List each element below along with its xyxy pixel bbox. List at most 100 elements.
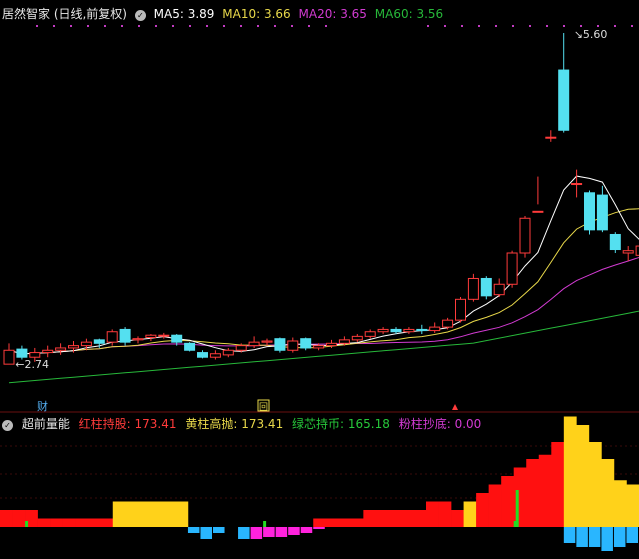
top-dot [495, 25, 497, 27]
top-dot [70, 25, 72, 27]
indicator-bar [388, 510, 402, 527]
top-dot [291, 25, 293, 27]
top-dot [172, 25, 174, 27]
indicator-bar [613, 480, 627, 527]
top-dot [138, 25, 140, 27]
candle-body[interactable] [209, 353, 221, 358]
candle-body[interactable] [480, 277, 492, 297]
candle-body[interactable] [119, 328, 131, 343]
indicator-below-bar [613, 527, 626, 547]
up-arrow-marker [452, 404, 458, 410]
indicator-bar [476, 493, 489, 527]
indicator-bar [626, 484, 639, 527]
candle-body[interactable] [416, 328, 428, 332]
candle-body[interactable] [519, 217, 531, 254]
indicator-bar [601, 459, 615, 527]
candle-body[interactable] [455, 298, 466, 321]
settings-circle-icon[interactable]: ✓ [134, 10, 146, 21]
candle-body[interactable] [609, 233, 621, 251]
candle-body[interactable] [68, 345, 79, 349]
ma10-line [8, 208, 639, 355]
candle-body[interactable] [558, 69, 570, 131]
candle-body[interactable] [596, 194, 608, 231]
top-dot [444, 25, 446, 27]
candle-body[interactable] [467, 277, 479, 300]
candle-body[interactable] [235, 345, 247, 351]
indicator-bar [87, 518, 101, 527]
pink-bar-label: 粉柱抄底: 0.00 [398, 417, 482, 431]
indicator-bar [162, 501, 176, 527]
stock-title[interactable]: 居然智家 (日线,前复权) [2, 7, 127, 21]
top-dot [546, 25, 548, 27]
indicator-bar [576, 425, 590, 527]
indicator-bar [0, 510, 13, 527]
candle-body[interactable] [29, 352, 41, 358]
finance-marker[interactable]: 财 [37, 399, 48, 413]
candle-body[interactable] [390, 328, 402, 333]
candle-body[interactable] [351, 335, 363, 341]
candle-body[interactable] [429, 326, 441, 332]
candle-body[interactable] [93, 339, 105, 344]
indicator-bar [112, 501, 126, 527]
green-core-bar [263, 521, 267, 527]
candle-body[interactable] [313, 345, 325, 349]
top-dot [308, 25, 310, 27]
candle-body[interactable] [248, 341, 260, 347]
top-dot [631, 25, 633, 27]
candle-body[interactable] [622, 250, 634, 254]
candle-body[interactable] [493, 283, 505, 296]
candle-body[interactable] [16, 348, 28, 358]
candle-body[interactable] [287, 340, 299, 351]
indicator-below-bar [300, 527, 313, 533]
candle-body[interactable] [377, 328, 389, 333]
candle-body[interactable] [145, 334, 157, 339]
candle-body[interactable] [184, 342, 196, 351]
box-marker-label: 回 [259, 402, 268, 413]
ma5-line [8, 175, 639, 355]
top-dot [614, 25, 616, 27]
indicator-name[interactable]: 超前量能 [22, 417, 70, 431]
indicator-bar [338, 518, 352, 527]
indicator-bar [463, 501, 477, 527]
indicator-below-bar [288, 527, 300, 535]
candle-body[interactable] [3, 349, 15, 365]
candle-body[interactable] [326, 342, 337, 347]
candle-body[interactable] [506, 252, 518, 285]
candle-body[interactable] [300, 338, 312, 349]
indicator-bar [526, 459, 540, 527]
candle-body[interactable] [403, 328, 415, 333]
indicator-bar [413, 510, 427, 527]
candle-body[interactable] [55, 347, 67, 351]
candle-body[interactable] [42, 349, 54, 354]
top-dot [529, 25, 531, 27]
candle-body[interactable] [222, 349, 234, 356]
indicator-bar [488, 484, 502, 527]
indicator-below-bar [200, 527, 212, 539]
candle-body[interactable] [197, 352, 208, 358]
candle-body[interactable] [158, 334, 170, 337]
candle-body[interactable] [106, 331, 118, 343]
candle-body[interactable] [338, 339, 350, 344]
candle-body[interactable] [545, 136, 557, 139]
candle-body[interactable] [364, 331, 376, 337]
candle-body[interactable] [442, 319, 454, 328]
top-dot [597, 25, 599, 27]
indicator-below-bar [601, 527, 613, 551]
candle-body[interactable] [584, 192, 595, 231]
indicator-bar [313, 518, 327, 527]
candle-body[interactable] [571, 183, 583, 186]
yellow-bar-label: 黄柱高抛: 173.41 [185, 417, 284, 431]
candle-body[interactable] [274, 338, 286, 351]
red-bar-label: 红柱持股: 173.41 [78, 417, 177, 431]
ma20-line [8, 256, 639, 355]
indicator-bar [62, 518, 76, 527]
candle-body[interactable] [171, 334, 183, 343]
candle-body[interactable] [532, 210, 544, 213]
indicator-circle-icon[interactable]: ✓ [2, 420, 13, 431]
candle-body[interactable] [80, 341, 92, 347]
indicator-below-bar [588, 527, 601, 547]
top-dot [155, 25, 157, 27]
candle-body[interactable] [261, 340, 273, 343]
top-dot [325, 25, 327, 27]
candle-body[interactable] [132, 338, 144, 341]
